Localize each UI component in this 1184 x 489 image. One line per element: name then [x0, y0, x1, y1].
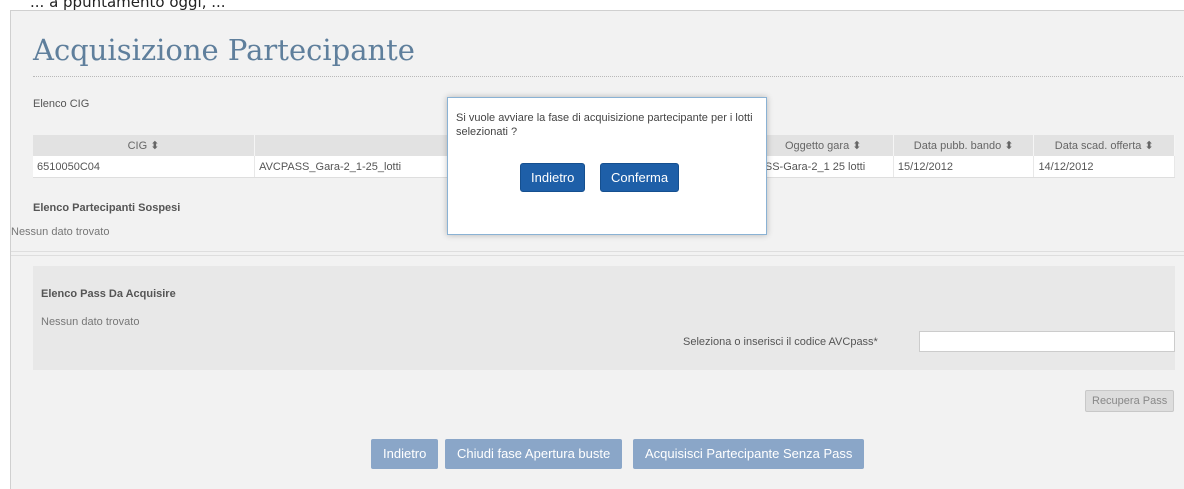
- pass-section-label: Elenco Pass Da Acquisire: [41, 288, 176, 300]
- acquisisci-partecipante-senza-pass-button[interactable]: Acquisisci Partecipante Senza Pass: [633, 439, 865, 469]
- avcpass-input-label: Seleziona o inserisci il codice AVCpass*: [683, 336, 878, 348]
- dialog-indietro-button[interactable]: Indietro: [520, 163, 586, 192]
- pass-empty-text: Nessun dato trovato: [41, 316, 140, 328]
- recupera-pass-button[interactable]: Recupera Pass: [1085, 390, 1175, 412]
- section-divider: [11, 251, 1184, 252]
- dialog-conferma-button[interactable]: Conferma: [600, 163, 680, 192]
- cell-cig: 6510050C04: [33, 156, 256, 178]
- page-title: Acquisizione Partecipante: [33, 33, 415, 67]
- column-header-data-pubb-bando[interactable]: Data pubb. bando ⬍: [893, 135, 1035, 156]
- cig-section-label: Elenco CIG: [33, 98, 90, 110]
- confirm-dialog: Si vuole avviare la fase di acquisizione…: [447, 97, 767, 235]
- column-header-data-scad-offerta[interactable]: Data scad. offerta ⬍: [1033, 135, 1175, 156]
- column-header-oggetto-gara[interactable]: Oggetto gara ⬍: [753, 135, 894, 156]
- avcpass-code-input[interactable]: [919, 331, 1175, 352]
- cell-data-scad-offerta: 14/12/2012: [1033, 156, 1175, 178]
- column-header-cig[interactable]: CIG ⬍: [33, 135, 256, 156]
- title-divider: [33, 76, 1184, 77]
- chiudi-fase-apertura-buste-button[interactable]: Chiudi fase Apertura buste: [445, 439, 623, 469]
- dialog-message: Si vuole avviare la fase di acquisizione…: [456, 112, 753, 138]
- cell-oggetto-gara: ASS-Gara-2_1 25 lotti: [753, 156, 894, 178]
- pass-panel: [33, 266, 1175, 370]
- page-frame: Acquisizione Partecipante Elenco CIG CIG…: [10, 10, 1184, 489]
- section-divider: [11, 255, 1184, 256]
- cell-data-pubb-bando: 15/12/2012: [893, 156, 1035, 178]
- suspended-section-label: Elenco Partecipanti Sospesi: [33, 202, 181, 214]
- indietro-button[interactable]: Indietro: [371, 439, 439, 469]
- suspended-empty-text: Nessun dato trovato: [11, 226, 110, 238]
